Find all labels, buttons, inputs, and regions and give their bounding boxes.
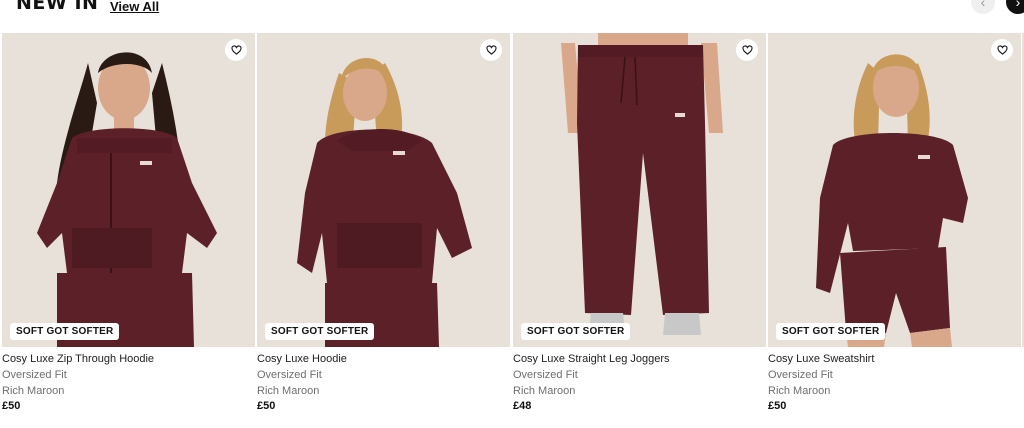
product-colour: Rich Maroon [2, 385, 65, 397]
view-all-link[interactable]: View All [110, 0, 159, 15]
wishlist-button[interactable] [991, 39, 1013, 61]
product-fit: Oversized Fit [768, 369, 833, 381]
product-fit: Oversized Fit [2, 369, 67, 381]
product-card[interactable]: SOFT GOT SOFTER Cosy Luxe Hoodie Oversiz… [257, 33, 510, 425]
product-badge: SOFT GOT SOFTER [776, 323, 886, 340]
product-price: £50 [768, 400, 787, 412]
product-price: £50 [257, 400, 276, 412]
section-title: NEW IN [16, 0, 99, 14]
product-image[interactable]: SOFT GOT SOFTER [257, 33, 510, 347]
product-colour: Rich Maroon [257, 385, 320, 397]
product-name[interactable]: Cosy Luxe Sweatshirt [768, 353, 874, 365]
product-card[interactable]: SOFT GOT SOFTER Cosy Luxe Zip Through Ho… [2, 33, 255, 425]
product-name[interactable]: Cosy Luxe Zip Through Hoodie [2, 353, 154, 365]
product-name[interactable]: Cosy Luxe Straight Leg Joggers [513, 353, 670, 365]
chevron-left-icon: ‹ [980, 0, 986, 10]
section-header: NEW IN View All ‹ › [0, 0, 1024, 30]
product-price: £50 [2, 400, 21, 412]
product-image[interactable]: SOFT GOT SOFTER [513, 33, 766, 347]
heart-icon [996, 45, 1008, 55]
product-name[interactable]: Cosy Luxe Hoodie [257, 353, 347, 365]
product-badge: SOFT GOT SOFTER [521, 323, 631, 340]
heart-icon [485, 45, 497, 55]
product-fit: Oversized Fit [257, 369, 322, 381]
wishlist-button[interactable] [225, 39, 247, 61]
carousel-next-button[interactable]: › [1006, 0, 1024, 14]
product-badge: SOFT GOT SOFTER [10, 323, 120, 340]
chevron-right-icon: › [1015, 0, 1021, 10]
product-colour: Rich Maroon [768, 385, 831, 397]
product-card[interactable]: SOFT GOT SOFTER Cosy Luxe Straight Leg J… [513, 33, 766, 425]
product-badge: SOFT GOT SOFTER [265, 323, 375, 340]
heart-icon [230, 45, 242, 55]
product-image[interactable]: SOFT GOT SOFTER [768, 33, 1021, 347]
wishlist-button[interactable] [736, 39, 758, 61]
wishlist-button[interactable] [480, 39, 502, 61]
product-image[interactable]: SOFT GOT SOFTER [2, 33, 255, 347]
carousel-prev-button[interactable]: ‹ [971, 0, 995, 14]
product-colour: Rich Maroon [513, 385, 576, 397]
product-fit: Oversized Fit [513, 369, 578, 381]
heart-icon [741, 45, 753, 55]
product-card[interactable]: SOFT GOT SOFTER Cosy Luxe Sweatshirt Ove… [768, 33, 1021, 425]
product-price: £48 [513, 400, 532, 412]
